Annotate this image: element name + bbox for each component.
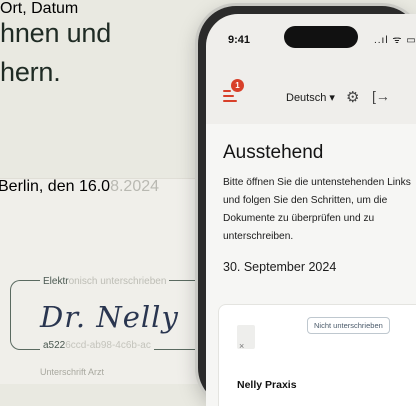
handwritten-signature: Dr. Nelly: [40, 300, 179, 334]
hash-text: a522: [43, 340, 66, 351]
app-bar: 1 Deutsch ▾ ⚙ [→: [206, 74, 416, 124]
headline: hnen und hern.: [0, 14, 111, 92]
logout-icon[interactable]: [→: [372, 88, 390, 104]
page-title: Ausstehend: [223, 142, 324, 163]
date-heading: 30. September 2024: [223, 260, 337, 274]
document-icon: ×: [237, 325, 255, 351]
notification-badge: 1: [231, 79, 244, 92]
headline-line-1: hnen und: [0, 18, 112, 48]
document-icon-mark: ×: [239, 341, 245, 351]
chevron-down-icon: ▾: [329, 92, 335, 104]
language-label: Deutsch: [286, 92, 327, 104]
practice-name: Nelly Praxis: [237, 379, 297, 391]
status-time: 9:41: [228, 34, 251, 46]
city-text: Berlin, den: [0, 178, 79, 195]
phone-screen: 9:41 ..ıl ᯤ ▭ 1 Deutsch ▾ ⚙ [→ Ausstehen…: [206, 14, 416, 406]
signature-label: Unterschrift Arzt: [40, 367, 105, 377]
date-text: 16.0: [78, 178, 111, 195]
signature-hash: a5226ccd-ab98-4c6b-ac: [40, 340, 154, 351]
gear-icon[interactable]: ⚙: [346, 88, 359, 106]
date-text-faded: 8.2024: [110, 178, 160, 195]
main-content: Ausstehend Bitte öffnen Sie die untenste…: [206, 124, 416, 406]
dynamic-island: [284, 26, 358, 48]
menu-icon[interactable]: [223, 90, 237, 105]
signature-place-date: Berlin, den 16.08.2024: [0, 178, 159, 196]
signed-electronically-label: Elektronisch unterschrieben: [40, 276, 170, 287]
signed-label-text: Elektr: [43, 276, 69, 287]
document-card[interactable]: × Nicht unterschrieben Nelly Praxis: [218, 304, 416, 406]
headline-line-2: hern.: [0, 57, 61, 87]
hash-faded: 6ccd-ab98-4c6b-ac: [65, 340, 151, 351]
status-badge: Nicht unterschrieben: [307, 317, 390, 334]
status-icons: ..ıl ᯤ ▭: [374, 35, 416, 46]
phone-mockup: 9:41 ..ıl ᯤ ▭ 1 Deutsch ▾ ⚙ [→ Ausstehen…: [198, 6, 416, 406]
intro-text: Bitte öffnen Sie die untenstehenden Link…: [223, 177, 411, 242]
signed-label-faded: onisch unterschrieben: [68, 276, 167, 287]
language-select[interactable]: Deutsch ▾: [286, 91, 335, 104]
